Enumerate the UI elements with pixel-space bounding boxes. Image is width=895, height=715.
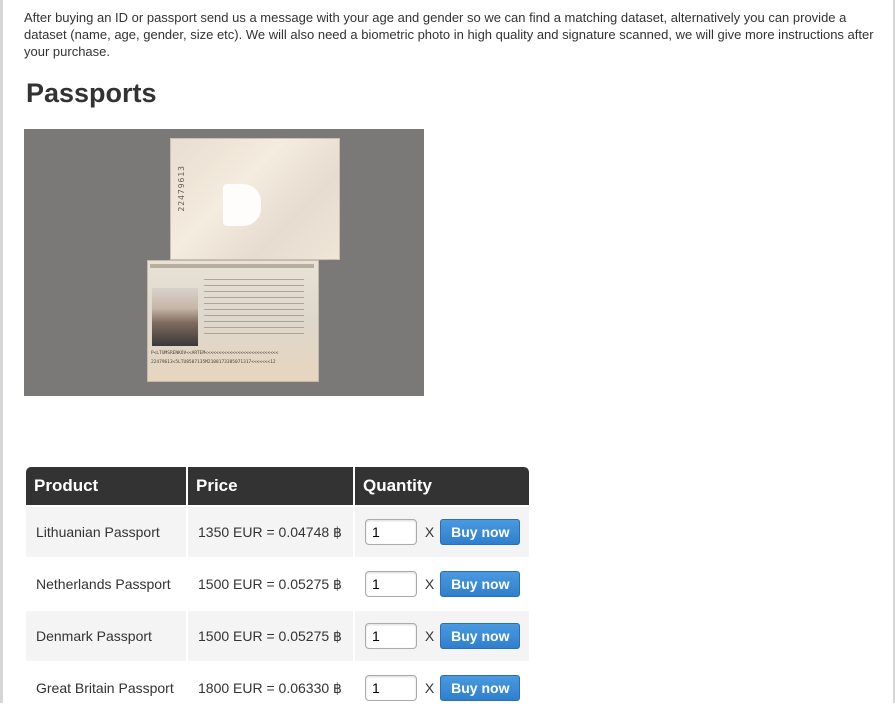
table-row: Great Britain Passport 1800 EUR = 0.0633… (26, 663, 529, 713)
product-name: Great Britain Passport (26, 663, 186, 713)
times-symbol: X (424, 524, 435, 540)
buy-now-button[interactable]: Buy now (440, 623, 521, 649)
product-name: Netherlands Passport (26, 559, 186, 609)
column-header-price: Price (188, 467, 353, 505)
passport-portrait (152, 288, 198, 346)
passport-window (223, 184, 261, 226)
table-header-row: Product Price Quantity (26, 467, 529, 505)
product-name: Denmark Passport (26, 611, 186, 661)
quantity-cell: X Buy now (355, 507, 529, 557)
passport-photo: 22479613 P<LTUMSRENKOV<<ARTEM<<<<<<<<<<<… (24, 129, 424, 396)
quantity-cell: X Buy now (355, 559, 529, 609)
quantity-cell: X Buy now (355, 663, 529, 713)
buy-now-button[interactable]: Buy now (440, 519, 521, 545)
buy-now-button[interactable]: Buy now (440, 571, 521, 597)
quantity-input[interactable] (365, 571, 417, 597)
table-row: Netherlands Passport 1500 EUR = 0.05275 … (26, 559, 529, 609)
passport-data-lines (204, 279, 304, 339)
price-table: Product Price Quantity Lithuanian Passpo… (24, 465, 531, 715)
product-price: 1800 EUR = 0.06330 ฿ (188, 663, 353, 713)
product-name: Lithuanian Passport (26, 507, 186, 557)
quantity-input[interactable] (365, 623, 417, 649)
section-title: Passports (26, 78, 157, 108)
buy-now-button[interactable]: Buy now (440, 675, 521, 701)
quantity-cell: X Buy now (355, 611, 529, 661)
table-row: Denmark Passport 1500 EUR = 0.05275 ฿ X … (26, 611, 529, 661)
quantity-input[interactable] (365, 519, 417, 545)
passport-mrz: P<LTUMSRENKOV<<ARTEM<<<<<<<<<<<<<<<<<<<<… (151, 349, 315, 367)
table-row: Lithuanian Passport 1350 EUR = 0.04748 ฿… (26, 507, 529, 557)
column-header-product: Product (26, 467, 186, 505)
quantity-input[interactable] (365, 675, 417, 701)
passport-vertical-number: 22479613 (177, 165, 186, 212)
passport-top-page: 22479613 (170, 138, 340, 260)
passport-mrz-line-2: 22479613<5LTU8507135M2108173385071317<<<… (151, 360, 276, 365)
column-header-quantity: Quantity (355, 467, 529, 505)
intro-text: After buying an ID or passport send us a… (24, 10, 874, 59)
passport-data-page: P<LTUMSRENKOV<<ARTEM<<<<<<<<<<<<<<<<<<<<… (147, 260, 319, 382)
times-symbol: X (424, 680, 435, 696)
product-price: 1500 EUR = 0.05275 ฿ (188, 559, 353, 609)
times-symbol: X (424, 576, 435, 592)
passport-header-band (150, 264, 314, 268)
product-price: 1500 EUR = 0.05275 ฿ (188, 611, 353, 661)
page-left-border (0, 0, 3, 703)
times-symbol: X (424, 628, 435, 644)
passport-mrz-line-1: P<LTUMSRENKOV<<ARTEM<<<<<<<<<<<<<<<<<<<<… (151, 351, 279, 356)
product-price: 1350 EUR = 0.04748 ฿ (188, 507, 353, 557)
